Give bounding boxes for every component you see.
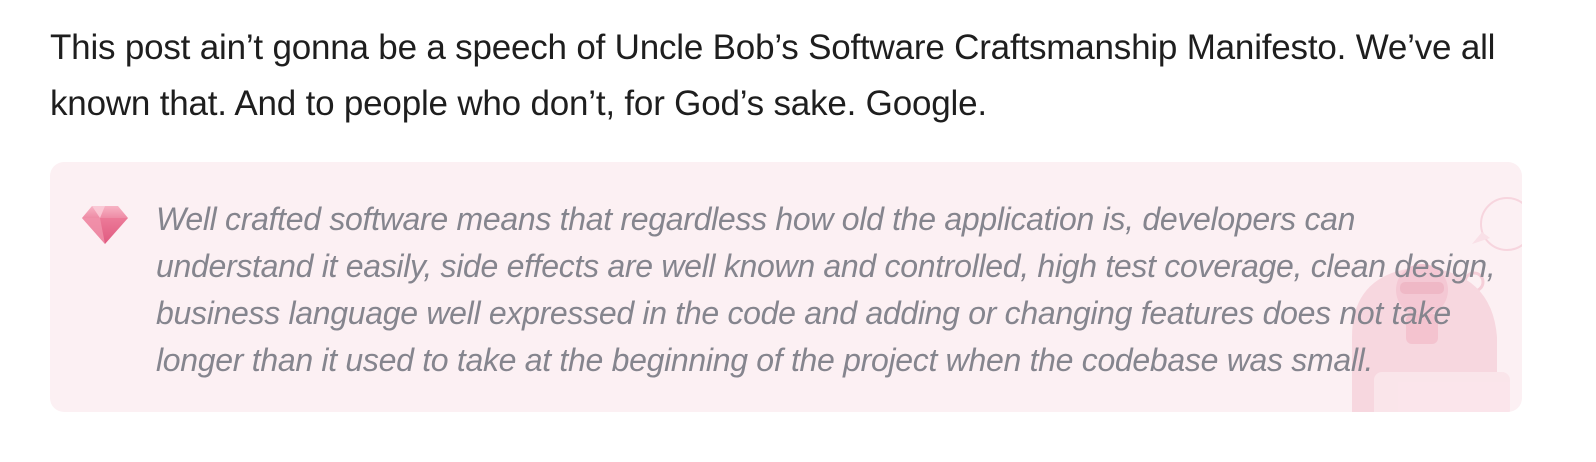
- quote-callout: Well crafted software means that regardl…: [50, 162, 1522, 412]
- article-body: This post ain’t gonna be a speech of Unc…: [50, 0, 1550, 412]
- callout-quote: Well crafted software means that regardl…: [156, 201, 1496, 378]
- gem-icon: [82, 206, 128, 244]
- intro-paragraph: This post ain’t gonna be a speech of Unc…: [50, 28, 1496, 123]
